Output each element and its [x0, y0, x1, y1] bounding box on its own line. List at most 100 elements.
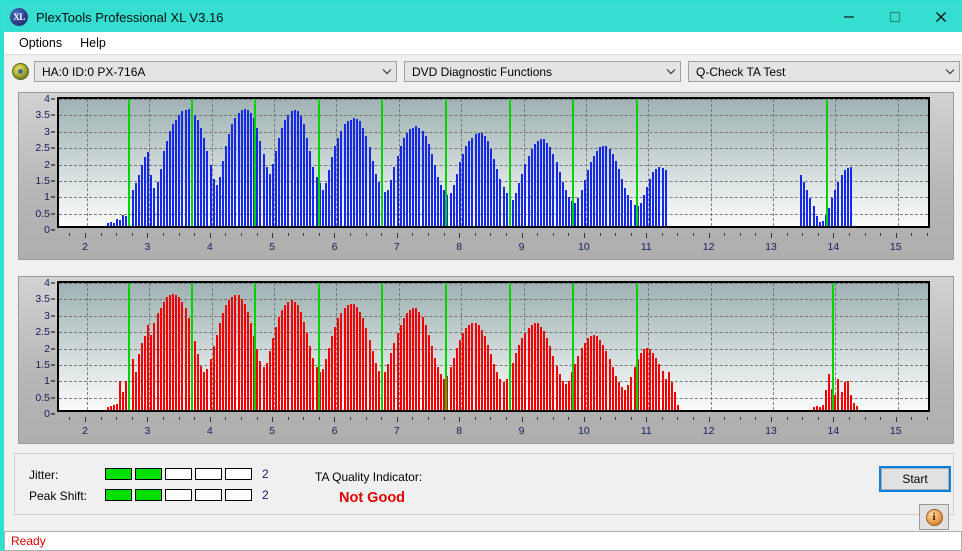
peakshift-x-axis-minor-tick — [599, 417, 601, 420]
chart-bar — [583, 180, 586, 226]
chart-bar — [611, 153, 614, 226]
chart-bar — [490, 149, 493, 226]
chart-bar — [246, 109, 249, 226]
start-button[interactable]: Start — [879, 466, 951, 492]
peakshift-x-axis-minor-tick — [69, 417, 71, 420]
chart-bar — [312, 167, 315, 226]
chart-bar — [324, 359, 327, 410]
chart-bar — [540, 139, 543, 226]
minimize-button[interactable] — [826, 2, 872, 32]
chart-bar — [806, 189, 809, 226]
chart-bar — [178, 297, 181, 410]
drive-select[interactable]: HA:0 ID:0 PX-716A — [34, 61, 397, 82]
chart-bar — [821, 221, 824, 226]
chart-bar — [412, 308, 415, 410]
peakshift-x-axis-minor-tick — [926, 417, 928, 420]
chart-bar — [275, 326, 277, 410]
chart-bar — [119, 220, 122, 226]
chart-bar — [175, 119, 178, 226]
sector-marker-line — [254, 283, 257, 410]
jitter-x-axis-minor-tick — [287, 233, 289, 236]
chart-bar — [543, 139, 546, 226]
jitter-x-axis-minor-tick — [880, 233, 882, 236]
chart-bar — [493, 364, 496, 410]
chart-bar — [140, 342, 143, 410]
jitter-x-axis-tick-label: 3 — [144, 241, 151, 253]
chart-bar — [165, 297, 168, 410]
drive-select-value: HA:0 ID:0 PX-716A — [42, 64, 146, 79]
chart-bar — [568, 380, 571, 410]
peakshift-x-axis-minor-tick — [911, 417, 913, 420]
chart-bar — [552, 355, 555, 410]
chart-bar — [474, 323, 477, 410]
chart-bar — [474, 134, 477, 226]
chart-bar — [815, 216, 818, 226]
chart-bar — [455, 173, 458, 226]
chart-bar — [352, 303, 355, 410]
jitter-x-axis-tick — [334, 233, 336, 238]
jitter-x-axis-minor-tick — [864, 233, 866, 236]
chart-bar — [250, 323, 253, 410]
chart-bar — [337, 137, 340, 226]
peakshift-x-axis-minor-tick — [318, 417, 320, 420]
peakshift-x-axis-minor-tick — [615, 417, 617, 420]
chart-bar — [452, 357, 455, 410]
chart-bar — [533, 144, 536, 226]
chart-bar — [487, 140, 490, 226]
chart-bar — [390, 180, 393, 226]
chevron-down-icon — [662, 62, 680, 81]
jitter-x-axis-minor-tick — [537, 233, 539, 236]
peakshift-y-axis-tick — [51, 364, 55, 366]
chart-bar — [840, 175, 843, 226]
chart-bar — [642, 194, 645, 226]
peakshift-x-axis-tick-label: 12 — [702, 425, 715, 437]
chart-bar — [596, 336, 599, 410]
jitter-x-axis-minor-tick — [412, 233, 414, 236]
chart-bar — [837, 378, 840, 410]
sector-marker-line — [317, 283, 320, 410]
chart-bar — [471, 137, 474, 226]
chart-bar — [843, 382, 846, 410]
chart-bar — [377, 370, 380, 410]
peakshift-x-axis-minor-tick — [474, 417, 476, 420]
chart-bar — [515, 193, 518, 226]
chart-bar — [483, 336, 486, 410]
chart-bar — [384, 191, 387, 226]
chart-bar — [396, 333, 399, 410]
test-type-select[interactable]: Q-Check TA Test — [688, 61, 960, 82]
jitter-chart-plot — [57, 97, 930, 228]
info-button[interactable]: i — [919, 504, 949, 530]
jitter-x-axis-minor-tick — [630, 233, 632, 236]
jitter-x-axis-tick-label: 11 — [640, 241, 652, 253]
chart-bar — [608, 359, 611, 410]
peakshift-y-axis-tick — [51, 315, 55, 317]
chart-bar — [228, 134, 231, 226]
function-category-select[interactable]: DVD Diagnostic Functions — [404, 61, 681, 82]
chart-bar — [552, 153, 555, 226]
jitter-x-axis-tick — [459, 233, 461, 238]
jitter-meter-segment — [135, 468, 162, 480]
chart-bar — [237, 113, 240, 226]
peakshift-x-axis-minor-tick — [428, 417, 430, 420]
chart-bar — [611, 367, 614, 410]
menu-item-help[interactable]: Help — [71, 34, 115, 52]
jitter-x-axis-tick — [770, 233, 772, 238]
close-button[interactable] — [918, 2, 962, 32]
maximize-button[interactable] — [872, 2, 918, 32]
peakshift-x-axis-minor-tick — [287, 417, 289, 420]
chart-bar — [165, 140, 168, 226]
chart-bar — [290, 111, 293, 226]
peakshift-x-axis-tick-label: 14 — [827, 425, 840, 437]
jitter-x-axis-minor-tick — [615, 233, 617, 236]
chart-bar — [583, 342, 586, 410]
chart-bar — [284, 305, 287, 410]
jitter-x-axis-tick-label: 6 — [331, 241, 338, 253]
chart-bar — [137, 354, 140, 410]
menu-item-options[interactable]: Options — [10, 34, 71, 52]
jitter-y-axis-tick — [51, 98, 55, 100]
chart-bar — [602, 344, 605, 410]
chart-bar — [831, 198, 834, 226]
chart-bar — [468, 324, 471, 410]
chart-bar — [828, 208, 831, 226]
chart-bar — [521, 173, 524, 226]
